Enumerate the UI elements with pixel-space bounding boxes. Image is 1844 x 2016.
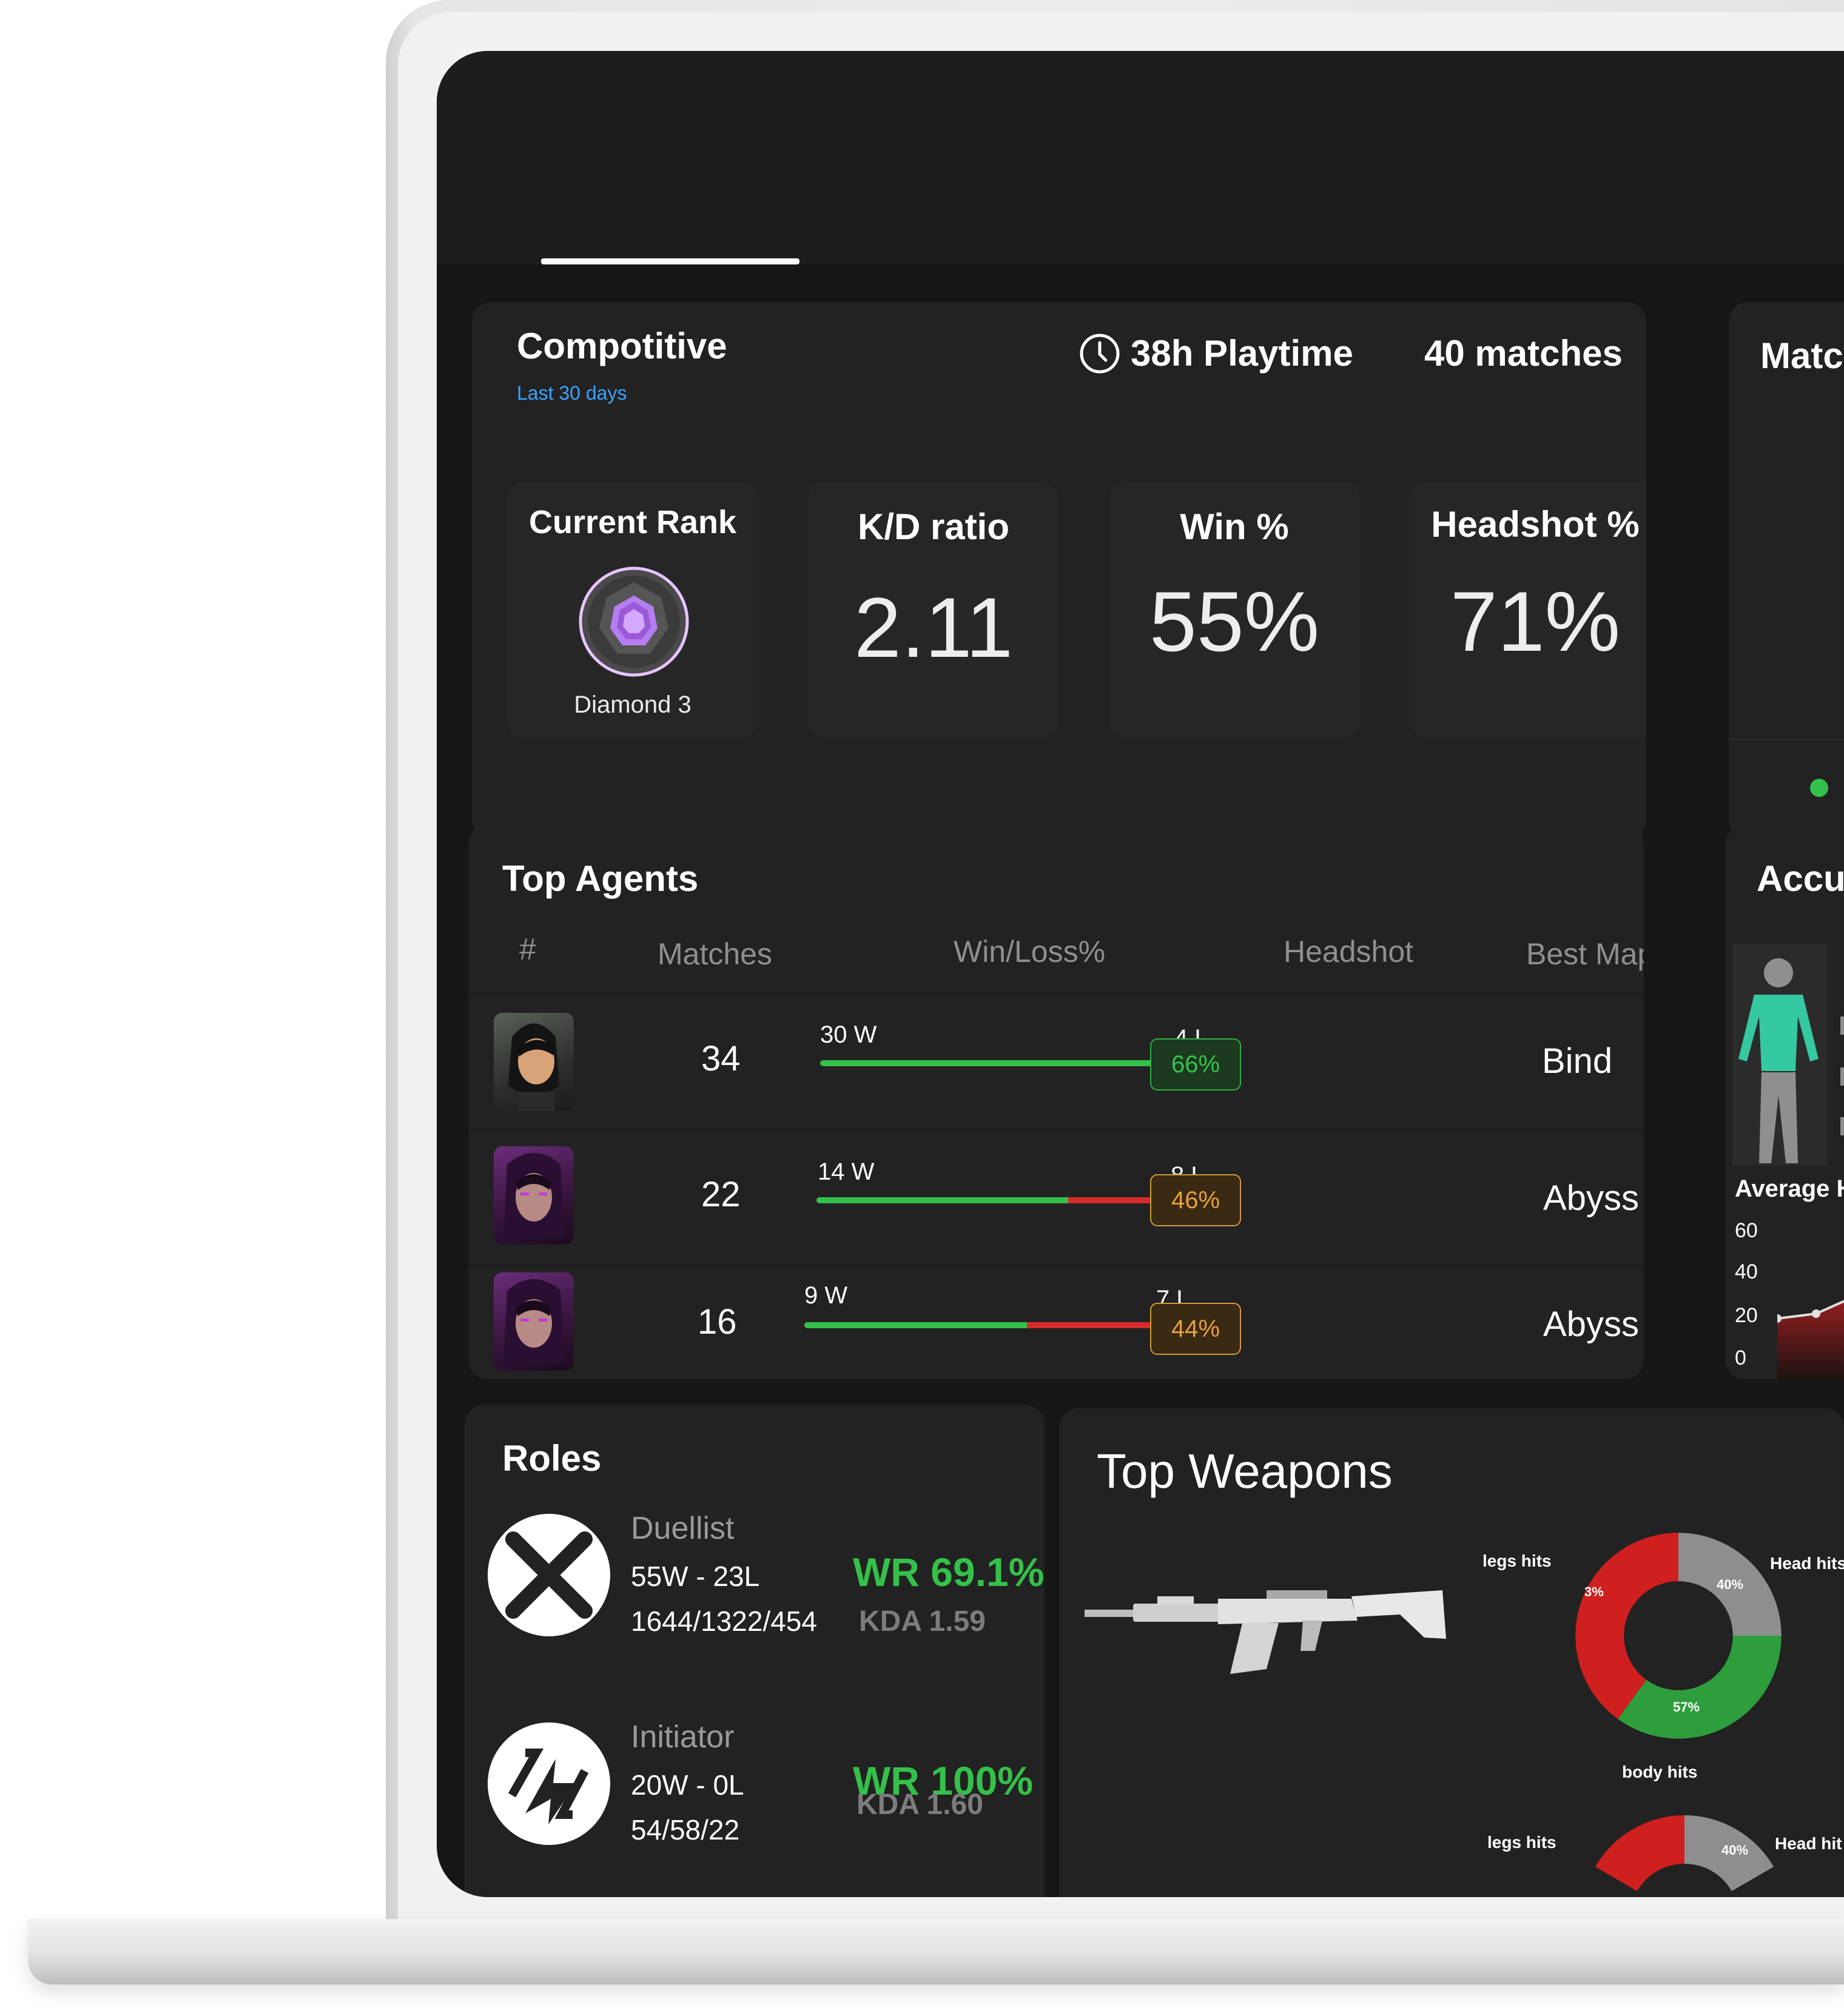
roles-title: Roles [502, 1438, 602, 1479]
period-subtitle[interactable]: Last 30 days [517, 382, 627, 405]
role-kda: KDA 1.59 [859, 1605, 986, 1638]
col-headshot[interactable]: Headshot [1284, 934, 1413, 969]
best-map: Abyss [1543, 1305, 1639, 1344]
hit-distribution-donut-2 [1595, 1815, 1774, 1891]
role-name: Initiator [631, 1719, 735, 1755]
agent-portrait [494, 1146, 574, 1245]
role-kda: KDA 1.60 [856, 1789, 983, 1821]
body-figure-icon [1732, 944, 1827, 1166]
role-name: Duellist [631, 1511, 735, 1546]
win-percent-tile: Win % 55% [1109, 482, 1360, 739]
hs-label: Headshot % [1431, 504, 1640, 545]
y-tick: 20 [1735, 1304, 1758, 1327]
top-weapons-card: Top Weapons legs hits Head hits body hit… [1059, 1408, 1844, 1897]
agent-portrait [494, 1013, 574, 1111]
best-map: Abyss [1543, 1178, 1639, 1218]
win-label: Win % [1180, 506, 1289, 547]
kd-label: K/D ratio [857, 506, 1010, 547]
top-nav [437, 51, 1844, 264]
matches-count: 40 matches [1424, 333, 1623, 374]
kd-value: 2.11 [853, 580, 1014, 675]
rank-label: Current Rank [528, 504, 737, 540]
hit-distribution-donut [1575, 1533, 1782, 1739]
win-fill [820, 1060, 1169, 1066]
accuracy-panel: Accu Average H 60 40 20 0 [1725, 825, 1844, 1379]
rifle-image [1085, 1572, 1449, 1681]
col-winloss[interactable]: Win/Loss% [954, 934, 1105, 969]
headshot-badge: 46% [1150, 1174, 1241, 1226]
col-matches[interactable]: Matches [658, 936, 772, 972]
average-label: Average H [1735, 1175, 1844, 1202]
panel-divider [1729, 739, 1844, 740]
role-winrate: WR 69.1% [853, 1550, 1045, 1594]
agent-portrait [494, 1272, 574, 1371]
y-tick: 40 [1735, 1260, 1758, 1283]
role-record: 55W - 23L [631, 1561, 760, 1592]
playtime-label: 38h Playtime [1131, 333, 1353, 374]
kd-ratio-tile: K/D ratio 2.11 [808, 482, 1059, 739]
initiator-icon [488, 1722, 610, 1845]
dashboard-screen: Compotitive Last 30 days 38h Playtime 40… [437, 51, 1844, 1897]
legs-hits-label: legs hits [1482, 1551, 1552, 1570]
role-kda-line: 1644/1322/454 [631, 1605, 817, 1637]
legend-tick [1840, 1067, 1844, 1086]
match-panel-title: Matc [1760, 335, 1843, 376]
headshot-badge: 44% [1150, 1303, 1241, 1355]
win-value: 55% [1149, 574, 1320, 669]
top-agents-title: Top Agents [502, 858, 699, 899]
win-fill [816, 1197, 1068, 1203]
body-segment [1618, 1636, 1782, 1739]
rank-value: Diamond 3 [574, 691, 692, 718]
win-fill [804, 1322, 1027, 1328]
status-dot [1810, 779, 1828, 797]
best-map: Bind [1542, 1041, 1613, 1081]
legend-tick [1840, 1117, 1844, 1135]
top-weapons-title: Top Weapons [1097, 1444, 1393, 1498]
body-hits-label: body hits [1622, 1762, 1698, 1781]
roles-card: Roles Duellist 55W - 23L 1644/1322/454 W… [465, 1405, 1045, 1897]
active-tab-indicator[interactable] [541, 258, 799, 264]
agent-row[interactable]: 22 14 W 8 L 46% Abyss [468, 1129, 1644, 1264]
legend-tick [1840, 1016, 1844, 1035]
match-panel: Matc [1729, 302, 1844, 839]
legs-pct: 3% [1584, 1584, 1604, 1599]
current-rank-tile: Current Rank Diamond 3 [507, 482, 758, 739]
diamond-rank-icon [576, 564, 692, 679]
body-pct: 57% [1673, 1699, 1700, 1715]
agent-matches: 34 [701, 1039, 741, 1078]
laptop-base [28, 1919, 1844, 1984]
top-agents-card: Top Agents # Matches Win/Loss% Headshot … [468, 825, 1644, 1379]
col-bestmap[interactable]: Best Map [1526, 936, 1644, 972]
wins-label: 14 W [818, 1158, 875, 1185]
role-record: 20W - 0L [631, 1769, 744, 1801]
winloss-bar [804, 1322, 1200, 1328]
role-kda-line: 54/58/22 [631, 1814, 740, 1846]
agent-matches: 16 [698, 1302, 737, 1342]
head-pct-2: 40% [1721, 1843, 1749, 1858]
accuracy-title: Accu [1757, 858, 1844, 899]
wins-label: 9 W [804, 1282, 848, 1309]
agent-row[interactable]: 16 9 W 7 L 44% Abyss [468, 1265, 1644, 1379]
duellist-icon [488, 1514, 610, 1636]
legs-hits-label-2: legs hits [1487, 1833, 1556, 1852]
average-trend-chart [1777, 1300, 1844, 1379]
agent-row[interactable]: 34 30 W 4 L 66% Bind [468, 993, 1644, 1128]
headshot-percent-tile: Headshot % 71% [1410, 482, 1646, 739]
agent-matches: 22 [701, 1175, 741, 1214]
head-pct: 40% [1717, 1577, 1744, 1592]
headshot-badge: 66% [1150, 1038, 1241, 1090]
y-tick: 60 [1735, 1219, 1758, 1242]
hs-value: 71% [1450, 574, 1621, 669]
competitive-card: Compotitive Last 30 days 38h Playtime 40… [472, 302, 1646, 839]
wins-label: 30 W [820, 1021, 877, 1048]
clock-icon [1078, 332, 1121, 375]
y-tick: 0 [1735, 1346, 1746, 1369]
col-rank: # [519, 932, 536, 966]
competitive-title: Compotitive [517, 326, 727, 366]
